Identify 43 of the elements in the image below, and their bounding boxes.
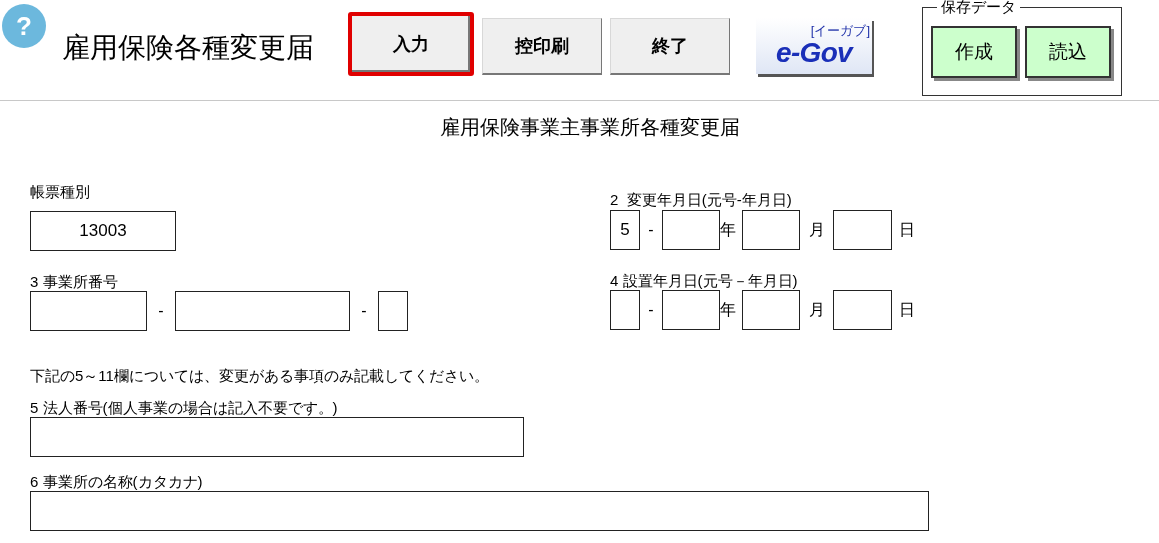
field-label: 2 変更年月日(元号-年月日) xyxy=(610,191,793,209)
input-field[interactable] xyxy=(30,491,929,531)
group-box-title: 保存データ xyxy=(937,0,1020,16)
input-field[interactable] xyxy=(30,417,524,457)
input-field[interactable] xyxy=(662,210,720,250)
field-label: 4 設置年月日(元号－年月日) xyxy=(610,272,799,290)
note-text: 下記の5～11欄については、変更がある事項のみ記載してください。 xyxy=(30,367,490,385)
input-field[interactable] xyxy=(742,290,800,330)
save-data-button[interactable]: 読込 xyxy=(1025,26,1111,78)
field-label: 帳票種別 xyxy=(30,183,91,201)
input-field[interactable]: 5 xyxy=(610,210,640,250)
field-value: 13003 xyxy=(79,220,127,243)
input-field[interactable]: 13003 xyxy=(30,211,176,251)
separator-text: 月 xyxy=(808,220,825,240)
input-field[interactable] xyxy=(175,291,350,331)
separator-text: - xyxy=(158,301,164,321)
field-label: 6 事業所の名称(カタカナ) xyxy=(30,473,204,491)
input-field[interactable] xyxy=(742,210,800,250)
toolbar-button[interactable]: 控印刷 xyxy=(482,18,602,75)
input-field[interactable] xyxy=(833,210,892,250)
save-data-button[interactable]: 作成 xyxy=(931,26,1017,78)
field-label: 5 法人番号(個人事業の場合は記入不要です。) xyxy=(30,399,339,417)
separator-text: - xyxy=(648,220,654,240)
separator-text: 日 xyxy=(899,300,915,320)
separator-text: 日 xyxy=(899,220,915,240)
toolbar-button[interactable]: 入力 xyxy=(348,12,474,76)
separator-text: - xyxy=(361,301,367,321)
form-title: 雇用保険事業主事業所各種変更届 xyxy=(439,115,740,140)
input-field[interactable] xyxy=(30,291,147,331)
separator-text: 年 xyxy=(720,300,736,320)
separator-text: - xyxy=(648,300,654,320)
input-field[interactable] xyxy=(833,290,892,330)
input-field[interactable] xyxy=(662,290,720,330)
logo-subtext: [イーガブ] xyxy=(810,24,870,38)
input-field[interactable] xyxy=(378,291,408,331)
separator-text: 月 xyxy=(808,300,825,320)
input-field[interactable] xyxy=(610,290,640,330)
separator-text: 年 xyxy=(720,220,736,240)
toolbar-button[interactable]: 終了 xyxy=(610,18,730,75)
field-value: 5 xyxy=(620,219,630,242)
logo-text: e-Gov xyxy=(776,38,852,68)
app-title: 雇用保険各種変更届 xyxy=(62,31,314,65)
field-label: 3 事業所番号 xyxy=(30,273,119,291)
